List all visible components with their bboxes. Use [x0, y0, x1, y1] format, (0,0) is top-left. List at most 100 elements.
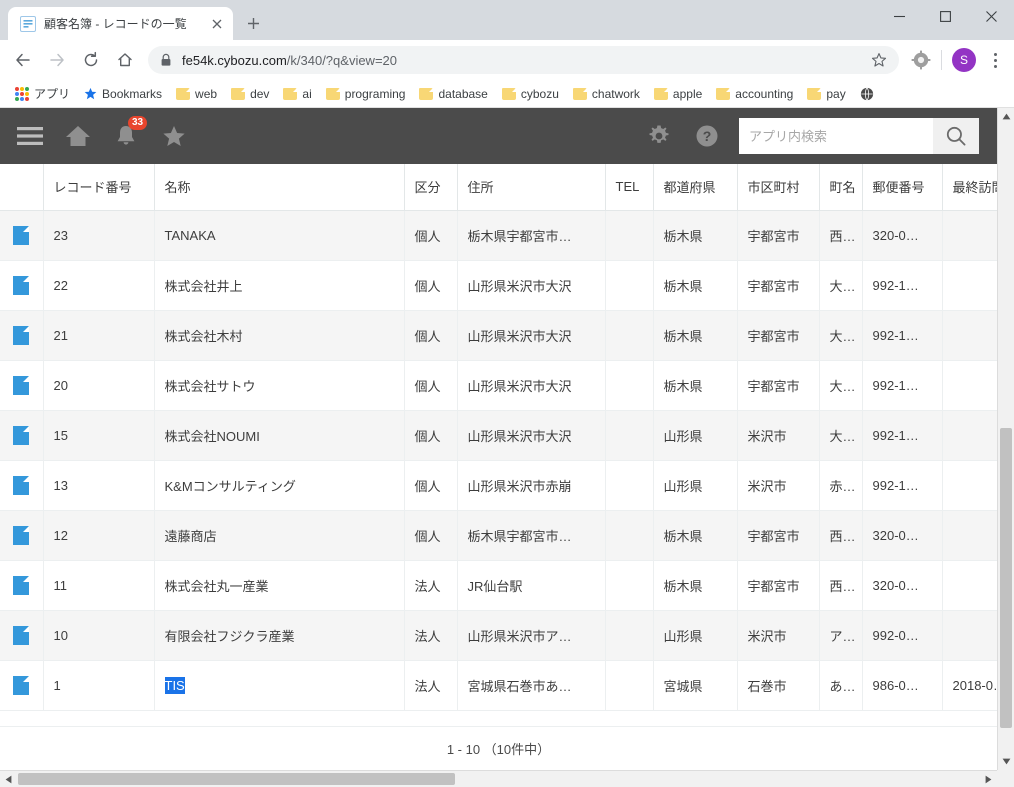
kintone-favicon	[20, 15, 36, 32]
column-header-no[interactable]: レコード番号	[43, 164, 155, 211]
cell-city: 宇都宮市	[737, 510, 820, 561]
bookmark-item-ai[interactable]: ai	[276, 84, 318, 104]
open-record-icon[interactable]	[0, 210, 44, 261]
table-row[interactable]: 22 株式会社井上 個人 山形県米沢市大沢 栃木県 宇都宮市 大… 992-1…	[0, 260, 997, 311]
cell-value: 山形県米沢市ア…	[467, 628, 572, 644]
vertical-scrollbar[interactable]	[997, 108, 1014, 770]
scroll-left-arrow[interactable]	[0, 771, 17, 787]
bookmark-star-icon[interactable]	[871, 52, 887, 68]
open-record-icon[interactable]	[0, 260, 44, 311]
column-header-label: 郵便番号	[872, 180, 925, 196]
minimize-button[interactable]	[876, 0, 922, 32]
table-row[interactable]: 23 TANAKA 個人 栃木県宇都宮市… 栃木県 宇都宮市 西… 320-0…	[0, 210, 997, 261]
bottom-scrollbar-row	[0, 770, 1014, 787]
bookmark-item-dev[interactable]: dev	[224, 84, 276, 104]
bookmark-item-cybozu[interactable]: cybozu	[495, 84, 566, 104]
bookmark-item-web[interactable]: web	[169, 84, 224, 104]
gear-icon[interactable]	[635, 108, 683, 164]
column-header-tel[interactable]: TEL	[605, 164, 654, 211]
cell-addr: JR仙台駅	[457, 560, 606, 611]
column-header-city[interactable]: 市区町村	[737, 164, 820, 211]
new-tab-button[interactable]	[239, 9, 267, 37]
open-record-icon[interactable]	[0, 410, 44, 461]
open-record-icon[interactable]	[0, 360, 44, 411]
column-header-name[interactable]: 名称	[154, 164, 405, 211]
document-icon	[13, 325, 30, 345]
search-input[interactable]	[739, 119, 933, 153]
table-row[interactable]: 21 株式会社木村 個人 山形県米沢市大沢 栃木県 宇都宮市 大… 992-1…	[0, 310, 997, 361]
cell-city: 宇都宮市	[737, 560, 820, 611]
column-header-kbn[interactable]: 区分	[404, 164, 458, 211]
open-record-icon[interactable]	[0, 660, 44, 711]
table-row[interactable]: 15 株式会社NOUMI 個人 山形県米沢市大沢 山形県 米沢市 大… 992-1…	[0, 410, 997, 461]
cell-name: 株式会社NOUMI	[154, 410, 405, 461]
tab-close-icon[interactable]	[209, 16, 225, 32]
cell-value: 13	[53, 477, 68, 493]
cell-no: 21	[43, 310, 155, 361]
table-row[interactable]: 13 K&Mコンサルティング 個人 山形県米沢市赤崩 山形県 米沢市 赤… 992-1…	[0, 460, 997, 511]
favorite-star-icon[interactable]	[150, 108, 198, 164]
open-record-icon[interactable]	[0, 610, 44, 661]
bookmark-item-database[interactable]: database	[412, 84, 494, 104]
home-button[interactable]	[108, 43, 142, 77]
scroll-up-arrow[interactable]	[998, 108, 1014, 125]
cell-no: 12	[43, 510, 155, 561]
bookmark-item-programing[interactable]: programing	[319, 84, 413, 104]
address-bar[interactable]: fe54k.cybozu.com/k/340/?q&view=20	[148, 46, 899, 74]
reload-button[interactable]	[74, 43, 108, 77]
notification-badge: 33	[128, 116, 148, 130]
profile-avatar[interactable]: S	[952, 48, 976, 72]
table-row[interactable]: 1TIS法人宮城県石巻市あ…宮城県石巻市あ…986-0…2018-0…	[0, 660, 997, 711]
horizontal-scrollbar-thumb[interactable]	[18, 773, 455, 785]
bookmark-item-pay[interactable]: pay	[800, 84, 852, 104]
close-window-button[interactable]	[968, 0, 1014, 32]
column-header-last[interactable]: 最終訪問	[942, 164, 997, 211]
table-row[interactable]: 20 株式会社サトウ 個人 山形県米沢市大沢 栃木県 宇都宮市 大… 992-1…	[0, 360, 997, 411]
table-header-row: レコード番号 名称 区分 住所 TEL 都道府県 市区町村 町名郵便番号 最終訪問	[0, 164, 997, 211]
column-header-label: 町名	[829, 180, 856, 196]
bookmark-item-globe[interactable]	[853, 84, 881, 104]
help-icon[interactable]: ?	[683, 108, 731, 164]
bookmark-item-apple[interactable]: apple	[647, 84, 709, 104]
open-record-icon[interactable]	[0, 310, 44, 361]
cell-value: 宇都宮市	[747, 278, 800, 294]
maximize-button[interactable]	[922, 0, 968, 32]
table-row[interactable]: 12 遠藤商店 個人 栃木県宇都宮市… 栃木県 宇都宮市 西… 320-0…	[0, 510, 997, 561]
cell-pref: 山形県	[653, 410, 738, 461]
search-icon[interactable]	[933, 118, 979, 154]
bookmark-item-chatwork[interactable]: chatwork	[566, 84, 647, 104]
app-search-box[interactable]	[739, 118, 979, 154]
open-record-icon[interactable]	[0, 510, 44, 561]
cell-zip: 320-0…	[862, 510, 943, 561]
open-record-icon[interactable]	[0, 460, 44, 511]
browser-tab[interactable]: 顧客名簿 - レコードの一覧	[8, 7, 233, 40]
bookmark-item-アプリ[interactable]: アプリ	[8, 82, 77, 105]
table-row[interactable]: 10 有限会社フジクラ産業 法人 山形県米沢市ア… 山形県 米沢市 ア… 992-0…	[0, 610, 997, 661]
cell-value: 個人	[414, 278, 441, 294]
column-header-zip[interactable]: 郵便番号	[862, 164, 943, 211]
open-record-icon[interactable]	[0, 560, 44, 611]
extension-gear-icon[interactable]	[910, 49, 932, 71]
cell-zip: 986-0…	[862, 660, 943, 711]
column-header-pref[interactable]: 都道府県	[653, 164, 738, 211]
table-row[interactable]: 11 株式会社丸一産業 法人 JR仙台駅 栃木県 宇都宮市 西… 320-0…	[0, 560, 997, 611]
notification-bell-icon[interactable]: 33	[102, 108, 150, 164]
back-button[interactable]	[6, 43, 40, 77]
column-header-town[interactable]: 町名	[819, 164, 863, 211]
cell-no: 22	[43, 260, 155, 311]
column-header-addr[interactable]: 住所	[457, 164, 606, 211]
column-header-icon[interactable]	[0, 164, 44, 211]
horizontal-scrollbar[interactable]	[0, 770, 997, 787]
cell-kbn: 法人	[404, 610, 458, 661]
cell-last	[942, 260, 997, 311]
chrome-menu-button[interactable]	[982, 45, 1008, 75]
bookmark-item-bookmarks[interactable]: Bookmarks	[77, 84, 169, 104]
scroll-right-arrow[interactable]	[980, 771, 997, 787]
home-icon[interactable]	[54, 108, 102, 164]
cell-value: 西…	[829, 578, 856, 594]
hamburger-menu-icon[interactable]	[6, 108, 54, 164]
scroll-down-arrow[interactable]	[998, 753, 1014, 770]
forward-button[interactable]	[40, 43, 74, 77]
vertical-scrollbar-thumb[interactable]	[1000, 428, 1012, 728]
bookmark-item-accounting[interactable]: accounting	[709, 84, 800, 104]
